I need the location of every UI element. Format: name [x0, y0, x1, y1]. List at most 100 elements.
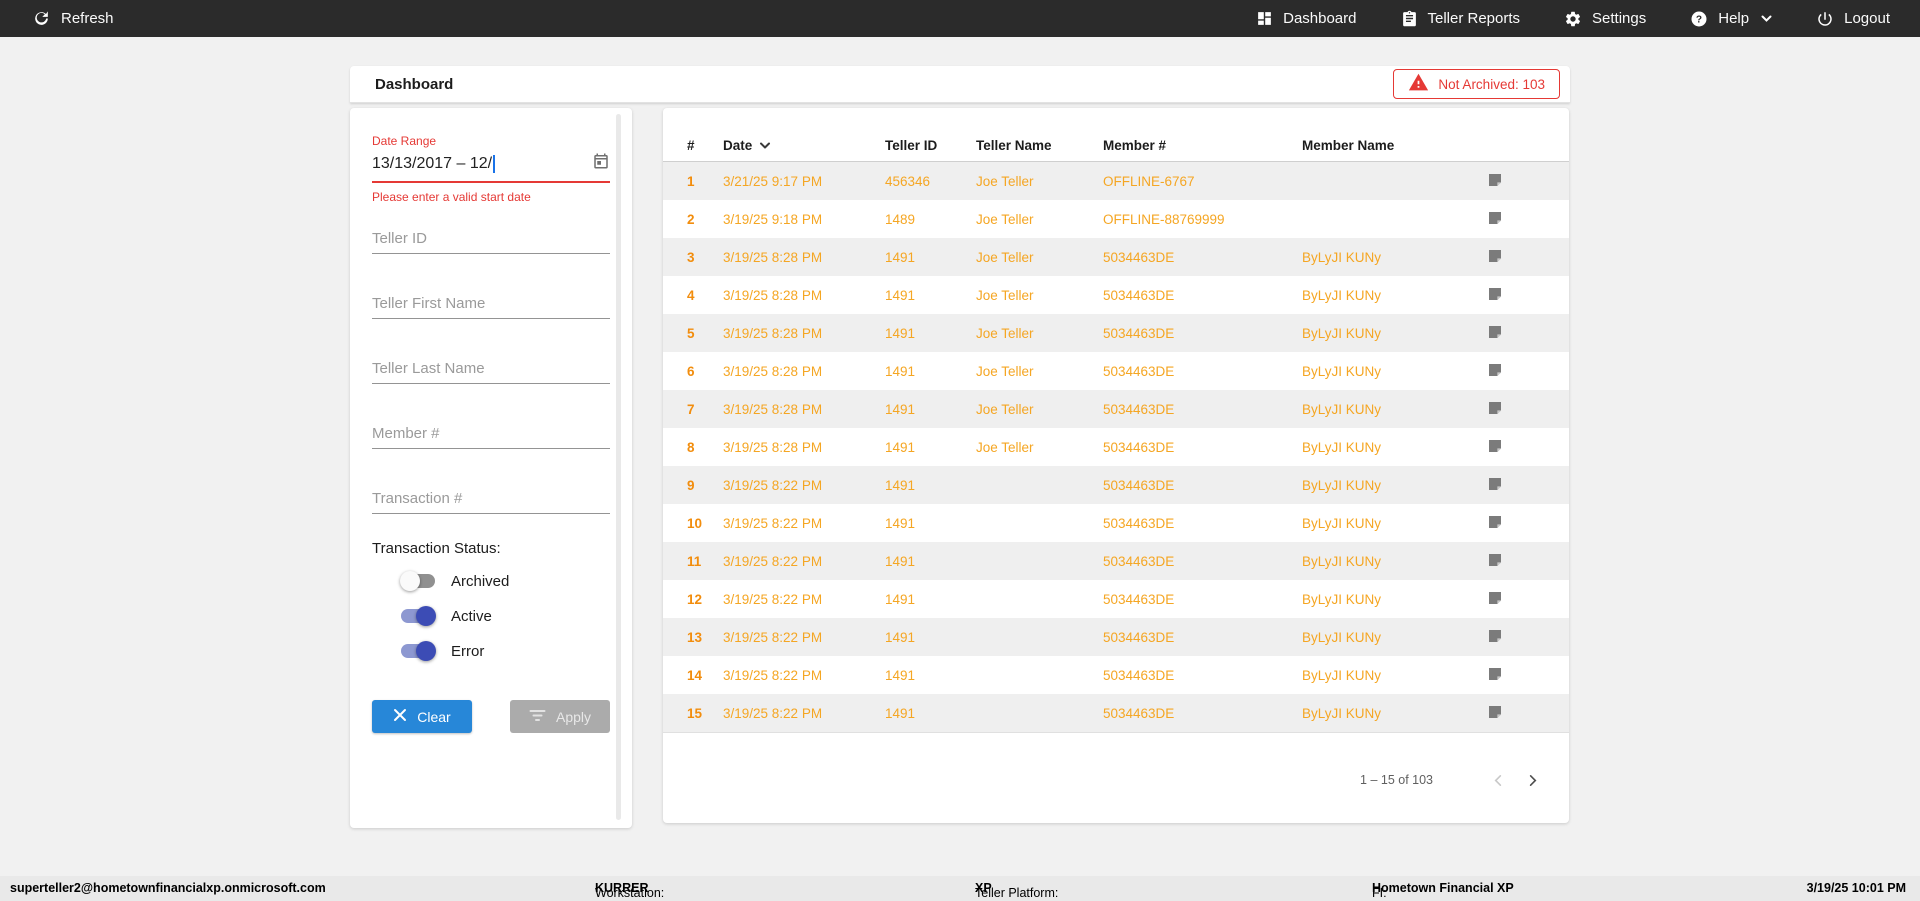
date-cell: 3/19/25 8:22 PM [723, 592, 885, 607]
table-row[interactable]: 13 3/19/25 8:22 PM 1491 5034463DE ByLyJI… [663, 618, 1569, 656]
toggle-error[interactable]: Error [400, 640, 610, 662]
note-icon[interactable] [1487, 438, 1503, 457]
archived-switch[interactable] [400, 571, 436, 591]
table-row[interactable]: 5 3/19/25 8:28 PM 1491 Joe Teller 503446… [663, 314, 1569, 352]
nav-help[interactable]: ? Help [1690, 10, 1772, 28]
clear-x-icon [393, 708, 407, 725]
note-icon[interactable] [1487, 286, 1503, 305]
top-nav-bar: Refresh Dashboard Teller Reports Setting… [0, 0, 1920, 37]
table-row[interactable]: 4 3/19/25 8:28 PM 1491 Joe Teller 503446… [663, 276, 1569, 314]
member-name-cell: ByLyJI KUNy [1302, 250, 1487, 265]
next-page-button[interactable] [1515, 763, 1549, 797]
table-row[interactable]: 1 3/21/25 9:17 PM 456346 Joe Teller OFFL… [663, 162, 1569, 200]
member-num-cell: 5034463DE [1103, 250, 1302, 265]
row-number-cell: 2 [681, 212, 723, 227]
teller-last-name-input[interactable] [372, 354, 610, 384]
table-row[interactable]: 6 3/19/25 8:28 PM 1491 Joe Teller 503446… [663, 352, 1569, 390]
member-name-cell: ByLyJI KUNy [1302, 440, 1487, 455]
member-num-cell: 5034463DE [1103, 402, 1302, 417]
row-number-cell: 7 [681, 402, 723, 417]
teller-first-name-input[interactable] [372, 289, 610, 319]
calendar-icon[interactable] [592, 152, 610, 175]
prev-page-button[interactable] [1481, 763, 1515, 797]
error-label: Error [451, 643, 484, 660]
member-name-cell: ByLyJI KUNy [1302, 668, 1487, 683]
not-archived-badge[interactable]: Not Archived: 103 [1393, 69, 1560, 99]
refresh-button[interactable]: Refresh [32, 9, 114, 28]
table-row[interactable]: 12 3/19/25 8:22 PM 1491 5034463DE ByLyJI… [663, 580, 1569, 618]
note-icon[interactable] [1487, 210, 1503, 229]
page-header: Dashboard Not Archived: 103 [350, 66, 1570, 103]
note-icon[interactable] [1487, 514, 1503, 533]
nav-logout[interactable]: Logout [1816, 10, 1890, 28]
col-header-teller-id: Teller ID [885, 138, 976, 153]
financial-institution-info: FI: Hometown Financial XP [1372, 881, 1514, 895]
user-email: superteller2@hometownfinancialxp.onmicro… [10, 881, 326, 895]
member-num-cell: 5034463DE [1103, 516, 1302, 531]
date-range-error: Please enter a valid start date [372, 190, 610, 204]
error-switch[interactable] [400, 641, 436, 661]
member-name-cell: ByLyJI KUNy [1302, 592, 1487, 607]
member-name-cell: ByLyJI KUNy [1302, 630, 1487, 645]
dashboard-icon [1256, 10, 1273, 27]
date-range-value[interactable]: 13/13/2017 – 12/ [372, 155, 492, 173]
note-icon[interactable] [1487, 476, 1503, 495]
teller-id-cell: 1491 [885, 402, 976, 417]
table-row[interactable]: 7 3/19/25 8:28 PM 1491 Joe Teller 503446… [663, 390, 1569, 428]
date-cell: 3/19/25 8:22 PM [723, 706, 885, 721]
note-icon[interactable] [1487, 590, 1503, 609]
date-cell: 3/19/25 8:22 PM [723, 478, 885, 493]
teller-id-cell: 1491 [885, 630, 976, 645]
teller-name-cell: Joe Teller [976, 402, 1103, 417]
clear-button[interactable]: Clear [372, 700, 472, 733]
table-row[interactable]: 14 3/19/25 8:22 PM 1491 5034463DE ByLyJI… [663, 656, 1569, 694]
col-header-date[interactable]: Date [723, 138, 885, 153]
note-icon[interactable] [1487, 362, 1503, 381]
toggle-active[interactable]: Active [400, 605, 610, 627]
note-icon[interactable] [1487, 324, 1503, 343]
row-number-cell: 13 [681, 630, 723, 645]
archived-label: Archived [451, 573, 509, 590]
note-icon[interactable] [1487, 400, 1503, 419]
nav-logout-label: Logout [1844, 10, 1890, 27]
row-number-cell: 5 [681, 326, 723, 341]
table-row[interactable]: 8 3/19/25 8:28 PM 1491 Joe Teller 503446… [663, 428, 1569, 466]
teller-id-cell: 1491 [885, 250, 976, 265]
table-row[interactable]: 9 3/19/25 8:22 PM 1491 5034463DE ByLyJI … [663, 466, 1569, 504]
row-number-cell: 8 [681, 440, 723, 455]
member-num-cell: 5034463DE [1103, 288, 1302, 303]
table-row[interactable]: 15 3/19/25 8:22 PM 1491 5034463DE ByLyJI… [663, 694, 1569, 732]
nav-settings[interactable]: Settings [1564, 10, 1646, 28]
table-row[interactable]: 11 3/19/25 8:22 PM 1491 5034463DE ByLyJI… [663, 542, 1569, 580]
teller-id-input[interactable] [372, 224, 610, 254]
table-row[interactable]: 2 3/19/25 9:18 PM 1489 Joe Teller OFFLIN… [663, 200, 1569, 238]
teller-name-cell: Joe Teller [976, 326, 1103, 341]
page-title: Dashboard [375, 76, 453, 93]
toggle-archived[interactable]: Archived [400, 570, 610, 592]
col-header-member-num: Member # [1103, 138, 1302, 153]
active-switch[interactable] [400, 606, 436, 626]
status-bar: superteller2@hometownfinancialxp.onmicro… [0, 876, 1920, 901]
teller-name-cell: Joe Teller [976, 364, 1103, 379]
sort-desc-icon [759, 138, 771, 153]
teller-name-cell: Joe Teller [976, 174, 1103, 189]
nav-dashboard[interactable]: Dashboard [1256, 10, 1356, 27]
table-row[interactable]: 10 3/19/25 8:22 PM 1491 5034463DE ByLyJI… [663, 504, 1569, 542]
power-icon [1816, 10, 1834, 28]
nav-teller-reports[interactable]: Teller Reports [1401, 10, 1521, 27]
date-range-field[interactable]: Date Range 13/13/2017 – 12/ Please enter… [372, 134, 610, 204]
note-icon[interactable] [1487, 704, 1503, 723]
row-number-cell: 9 [681, 478, 723, 493]
note-icon[interactable] [1487, 172, 1503, 191]
note-icon[interactable] [1487, 628, 1503, 647]
note-icon[interactable] [1487, 666, 1503, 685]
table-row[interactable]: 3 3/19/25 8:28 PM 1491 Joe Teller 503446… [663, 238, 1569, 276]
filter-scrollbar[interactable] [616, 114, 621, 820]
member-number-input[interactable] [372, 419, 610, 449]
teller-id-cell: 1491 [885, 288, 976, 303]
member-num-cell: 5034463DE [1103, 592, 1302, 607]
note-icon[interactable] [1487, 248, 1503, 267]
note-icon[interactable] [1487, 552, 1503, 571]
transaction-number-input[interactable] [372, 484, 610, 514]
apply-button[interactable]: Apply [510, 700, 610, 733]
